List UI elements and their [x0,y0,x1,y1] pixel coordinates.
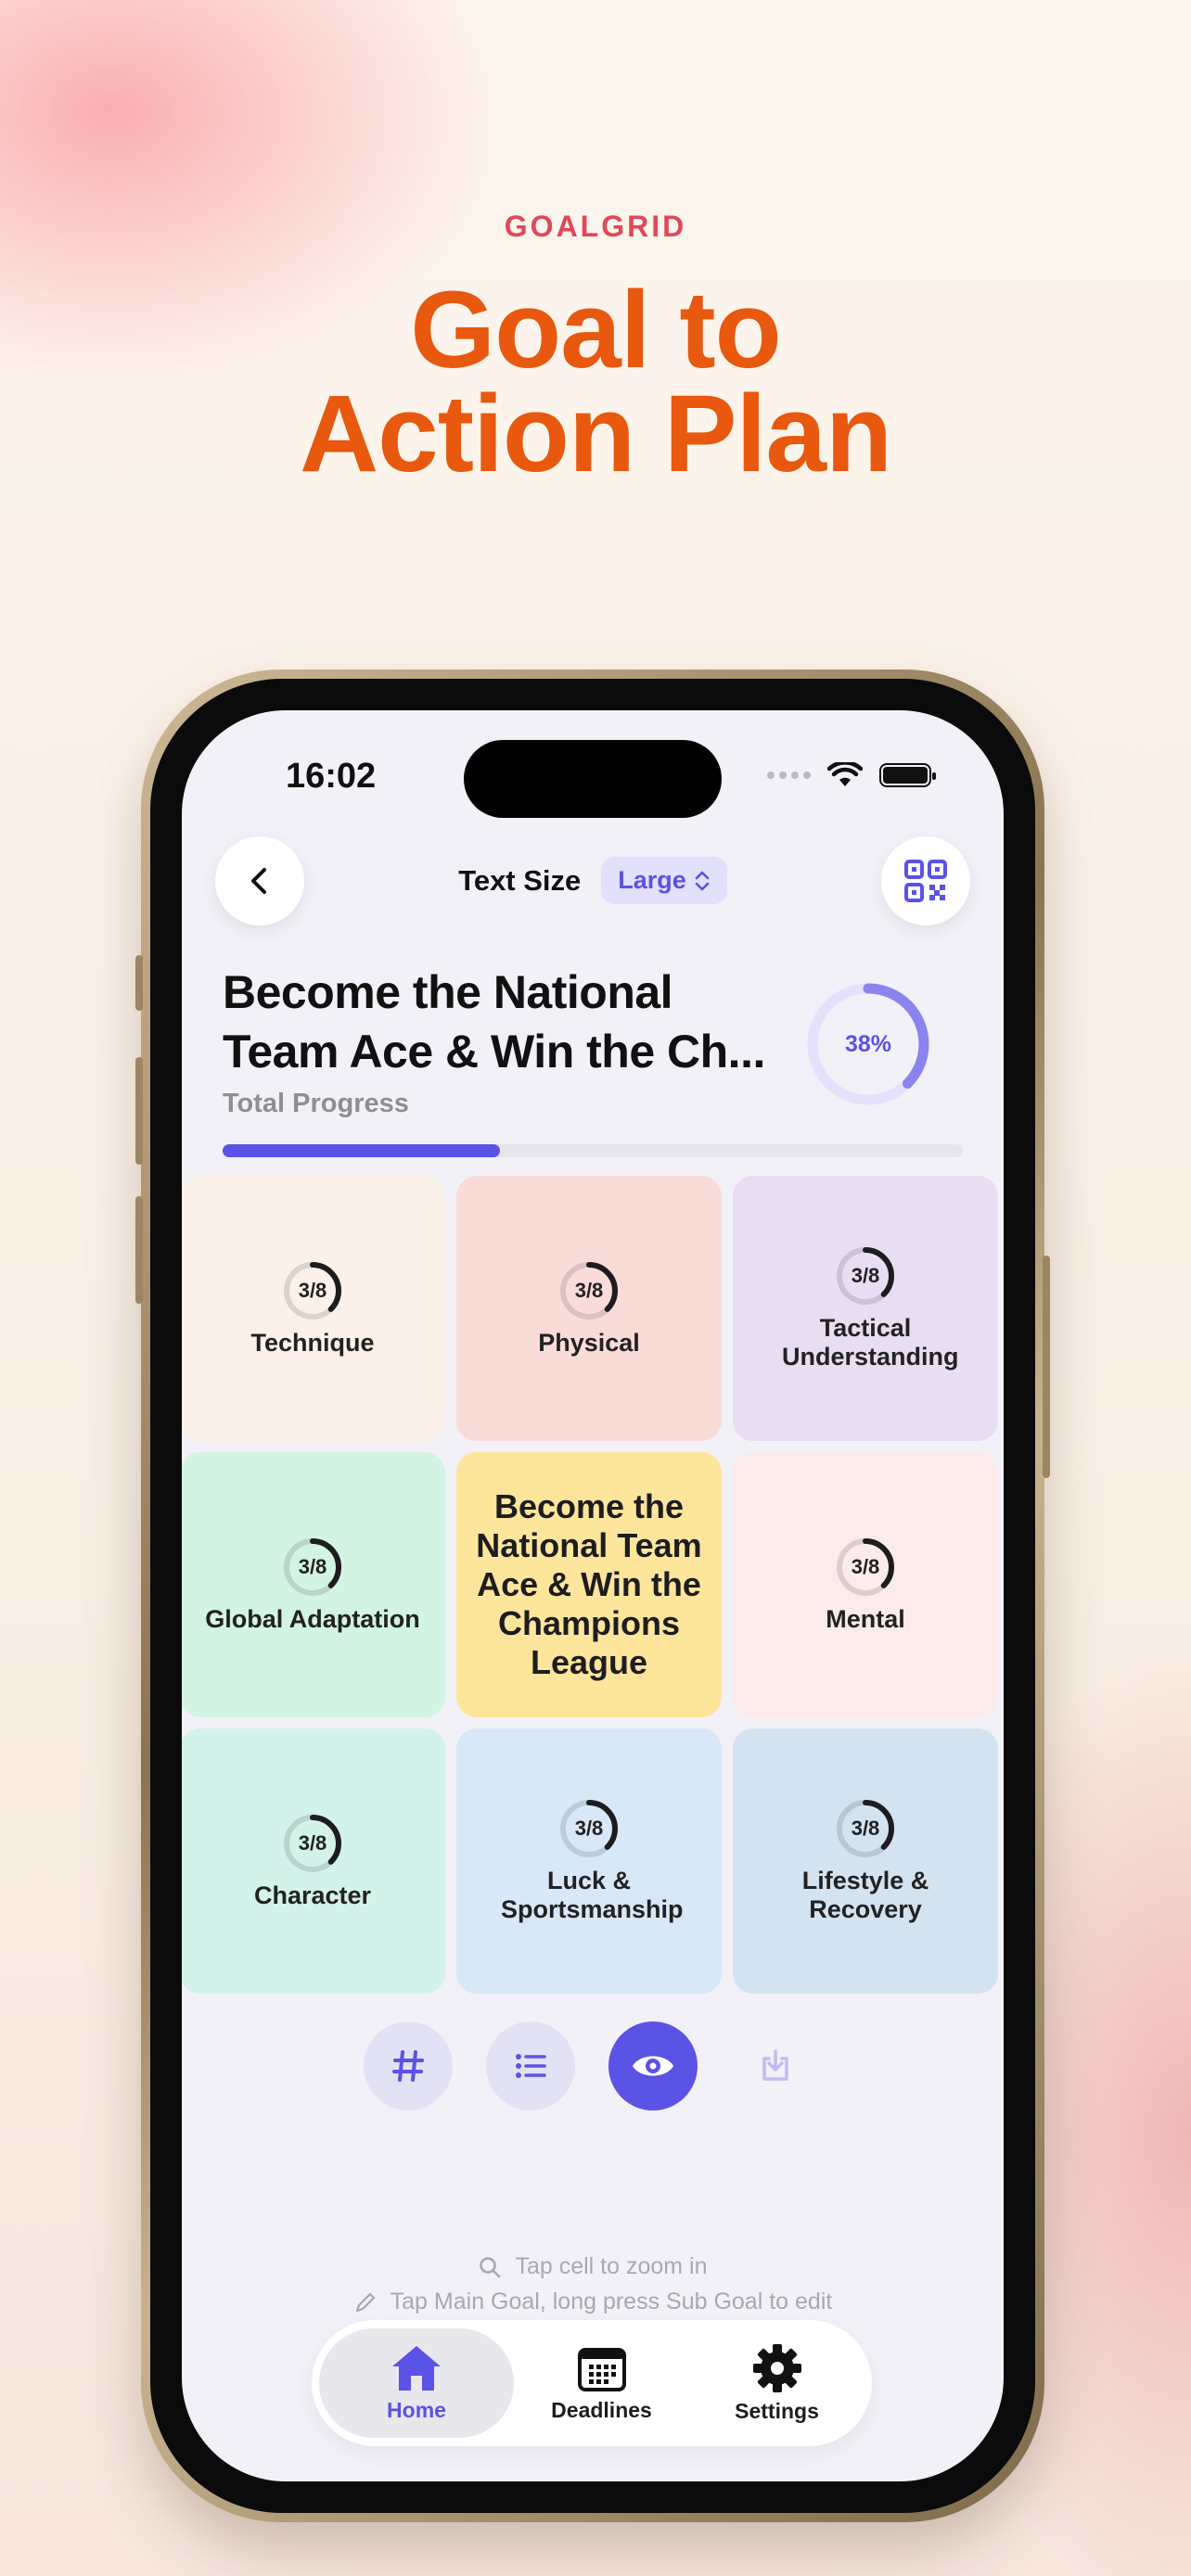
edit-hint: Tap Main Goal, long press Sub Goal to ed… [182,2289,1004,2315]
gear-icon [752,2343,801,2392]
main-goal-text: Become the National Team Ace & Win the C… [476,1487,702,1681]
subgoal-progress: 3/8 [851,1554,880,1578]
dynamic-island [464,740,722,818]
subgoal-progress-ring: 3/8 [835,1537,896,1598]
subgoal-progress-ring: 3/8 [835,1798,896,1859]
total-progress-bar [223,1144,963,1157]
subgoal-label: Tactical Understanding [782,1314,959,1371]
subgoal-label: Mental [826,1604,905,1633]
subgoal-cell[interactable]: 3/8 Technique [182,1176,445,1441]
status-time: 16:02 [286,757,377,796]
brand-label: GOALGRID [504,210,687,243]
tab-home[interactable]: Home [319,2328,514,2438]
subgoal-progress: 3/8 [574,1278,604,1302]
subgoal-label: Character [253,1881,372,1909]
subgoal-progress: 3/8 [574,1817,604,1840]
total-progress-bar-fill [223,1144,501,1157]
subgoal-cell[interactable]: 3/8 Tactical Understanding [733,1176,998,1441]
subgoal-cell[interactable]: 3/8 Physical [456,1176,722,1441]
goal-title-line-2: Team Ace & Win the Ch... [223,1026,765,1078]
subgoal-progress: 3/8 [851,1817,880,1840]
main-goal-cell[interactable]: Become the National Team Ace & Win the C… [456,1452,722,1717]
subgoal-label: Global Adaptation [205,1604,420,1633]
zoom-hint: Tap cell to zoom in [182,2253,1004,2280]
phone-side-button [1043,1256,1050,1478]
headline: Goal to Action Plan [0,269,1191,495]
subgoal-cell[interactable]: 3/8 Luck & Sportsmanship [456,1728,722,1994]
goal-title-line-1: Become the National [223,966,673,1018]
download-icon [762,2049,788,2081]
view-mode-toolbar [364,2021,820,2111]
subgoal-progress-ring: 3/8 [282,1537,343,1598]
headline-line-1: Goal to [410,269,781,391]
status-icons [767,762,936,788]
subgoal-label: Lifestyle & Recovery [801,1867,929,1923]
search-icon [480,2256,501,2277]
export-button[interactable] [731,2021,820,2111]
subgoal-progress: 3/8 [298,1554,327,1578]
subgoal-progress: 3/8 [851,1264,880,1287]
subgoal-progress: 3/8 [298,1278,327,1302]
subgoal-progress-ring: 3/8 [282,1260,343,1321]
text-size-label: Text Size [458,863,582,897]
subgoal-progress-ring: 3/8 [282,1813,343,1874]
pencil-icon [355,2292,375,2312]
list-icon [516,2054,546,2078]
edit-hint-text: Tap Main Goal, long press Sub Goal to ed… [390,2289,833,2315]
total-progress-percent: 38% [844,1030,892,1057]
subgoal-progress-ring: 3/8 [835,1245,896,1307]
battery-icon [879,763,936,787]
app-screen: 16:02 Text Size Large Become the Nationa… [182,710,1004,2481]
preview-view-button[interactable] [608,2021,698,2111]
phone-side-button [135,1057,143,1165]
signal-icon [767,772,811,779]
eye-icon [633,2056,673,2076]
total-progress-label: Total Progress [223,1089,409,1118]
subgoal-progress: 3/8 [298,1830,327,1855]
phone-side-button [135,955,143,1011]
phone-side-button [135,1196,143,1304]
subgoal-cell[interactable]: 3/8 Character [182,1728,445,1994]
subgoal-cell[interactable]: 3/8 Global Adaptation [182,1452,445,1717]
list-view-button[interactable] [486,2021,575,2111]
mandala-grid: 3/8 Technique 3/8 Physical 3/8 Tactical … [182,1176,1004,1994]
subgoal-label: Luck & Sportsmanship [501,1867,684,1923]
subgoal-label: Technique [250,1328,375,1357]
tab-deadlines-label: Deadlines [551,2397,652,2422]
text-size-value: Large [618,866,686,894]
goal-title[interactable]: Become the National Team Ace & Win the C… [223,963,816,1081]
subgoal-label: Physical [538,1328,640,1357]
hashtag-icon [392,2050,424,2082]
subgoal-progress-ring: 3/8 [558,1798,620,1859]
subgoal-progress-ring: 3/8 [558,1260,620,1321]
total-progress-ring: 38% [803,979,933,1109]
subgoal-cell[interactable]: 3/8 Lifestyle & Recovery [733,1728,998,1994]
qr-code-icon [904,860,947,902]
zoom-hint-text: Tap cell to zoom in [515,2253,708,2279]
tab-bar: Home Deadlines Settings [312,2320,872,2446]
qr-code-button[interactable] [881,836,970,925]
text-size-picker[interactable]: Large [601,857,727,904]
wifi-icon [827,762,863,786]
chevron-up-down-icon [695,871,710,890]
tab-deadlines[interactable]: Deadlines [514,2328,689,2438]
subgoal-cell[interactable]: 3/8 Mental [733,1452,998,1717]
calendar-icon [577,2347,626,2391]
tab-settings-label: Settings [735,2398,819,2423]
home-icon [392,2345,441,2391]
grid-view-button[interactable] [364,2021,453,2111]
headline-line-2: Action Plan [299,373,892,495]
tab-home-label: Home [387,2397,446,2422]
tab-settings[interactable]: Settings [689,2328,864,2438]
